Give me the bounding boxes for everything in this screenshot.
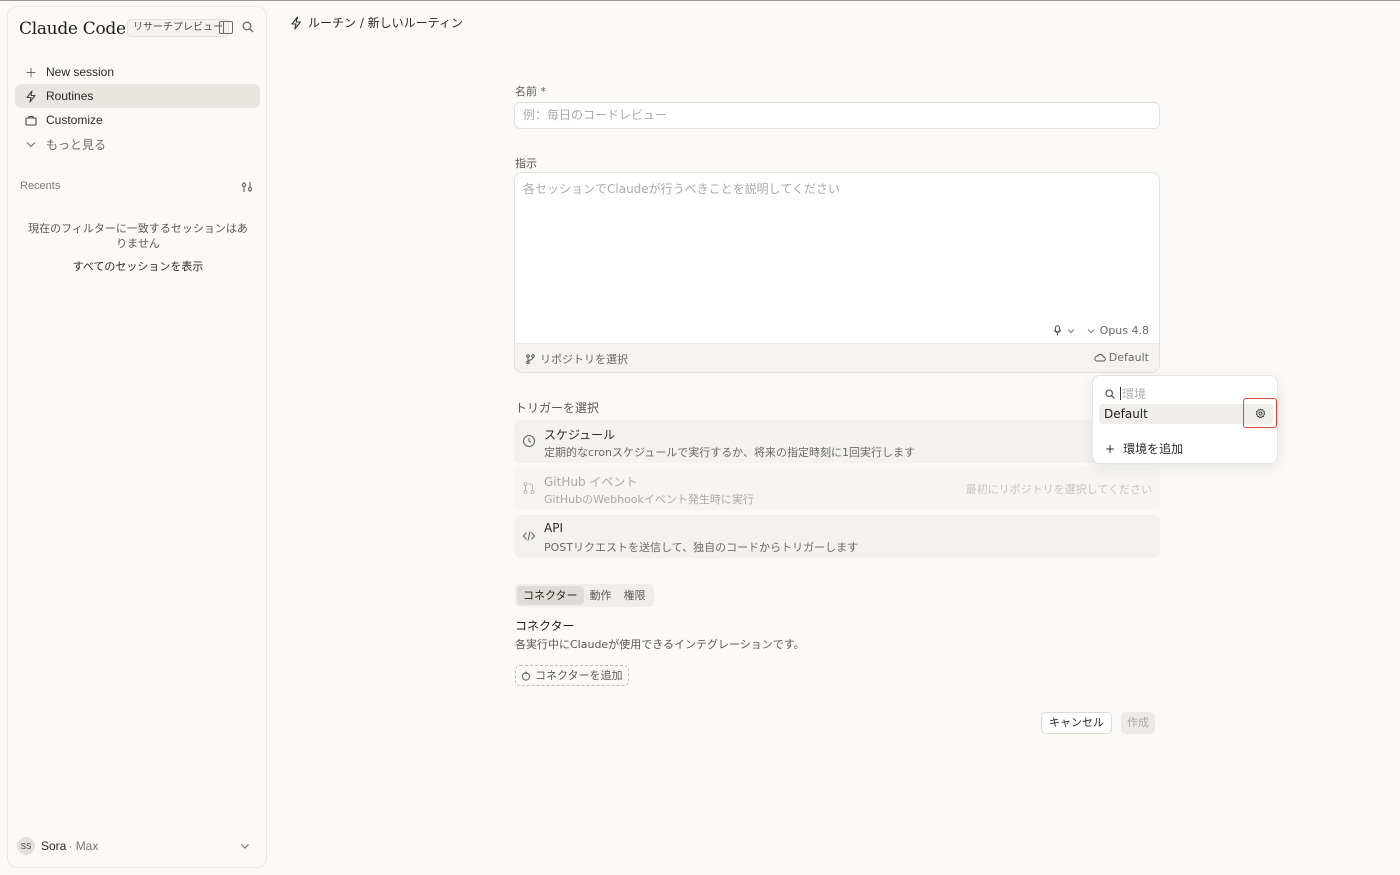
trigger-desc: 定期的なcronスケジュールで実行するか、将来の指定時刻に1回実行します xyxy=(544,446,916,459)
sidebar: Claude Code リサーチプレビュー ＋ New session Rout… xyxy=(7,6,267,868)
section-description: 各実行中にClaudeが使用できるインテグレーションです。 xyxy=(515,638,805,651)
filter-icon[interactable] xyxy=(240,180,254,194)
instructions-footer: リポジトリを選択 Default xyxy=(515,343,1159,372)
sidebar-item-label: Routines xyxy=(46,89,94,103)
user-name: Sora xyxy=(41,839,67,853)
show-all-sessions-link[interactable]: すべてのセッションを表示 xyxy=(24,258,252,274)
chevron-down-icon[interactable] xyxy=(1067,328,1075,334)
sidebar-item-label: Customize xyxy=(46,113,103,127)
chevron-down-icon xyxy=(24,137,38,151)
chevron-down-icon[interactable] xyxy=(1087,328,1095,334)
environment-settings-button[interactable] xyxy=(1243,398,1277,428)
settings-tabs: コネクター 動作 権限 xyxy=(515,584,654,607)
trigger-api[interactable]: API POSTリクエストを送信して、独自のコードからトリガーします xyxy=(514,515,1160,558)
breadcrumb: ルーチン / 新しいルーティン xyxy=(290,14,463,31)
branch-icon xyxy=(526,354,535,364)
sidebar-item-label: もっと見る xyxy=(46,137,107,152)
repo-select-button[interactable]: リポジトリを選択 xyxy=(526,351,628,367)
plus-icon: ＋ xyxy=(24,65,37,80)
model-selector[interactable]: Opus 4.8 xyxy=(1100,324,1149,337)
instructions-label: 指示 xyxy=(515,157,537,170)
pull-request-icon xyxy=(523,482,535,494)
trigger-schedule[interactable]: スケジュール 定期的なcronスケジュールで実行するか、将来の指定時刻に1回実行… xyxy=(514,420,1160,463)
chevron-down-icon[interactable] xyxy=(240,841,250,851)
environment-search-placeholder: 環境 xyxy=(1122,387,1147,401)
trigger-desc: POSTリクエストを送信して、独自のコードからトリガーします xyxy=(544,541,859,554)
brand-title: Claude Code xyxy=(19,19,126,39)
code-icon xyxy=(522,531,536,541)
trigger-label: トリガーを選択 xyxy=(515,401,600,415)
add-environment-button[interactable]: + 環境を追加 xyxy=(1105,440,1183,457)
create-button[interactable]: 作成 xyxy=(1121,712,1155,734)
add-connector-label: コネクターを追加 xyxy=(535,669,623,682)
instructions-placeholder: 各セッションでClaudeが行うべきことを説明してください xyxy=(523,182,840,196)
add-environment-label: 環境を追加 xyxy=(1123,442,1184,456)
section-title: コネクター xyxy=(515,619,575,633)
clock-icon xyxy=(522,434,536,448)
sidebar-item-routines[interactable]: Routines xyxy=(15,84,260,108)
window-top-border xyxy=(0,0,1400,1)
instructions-toolbar: Opus 4.8 xyxy=(1053,324,1149,337)
environment-button[interactable]: Default xyxy=(1094,351,1149,364)
trigger-title: API xyxy=(544,521,563,535)
sidebar-item-label: New session xyxy=(46,65,115,79)
gear-icon xyxy=(1255,408,1265,418)
sidebar-nav: ＋ New session Routines Customize もっと見る xyxy=(15,60,260,156)
sidebar-item-customize[interactable]: Customize xyxy=(15,108,260,132)
repo-select-label: リポジトリを選択 xyxy=(540,353,628,366)
lightning-icon xyxy=(291,15,302,30)
avatar: SS xyxy=(17,837,35,855)
breadcrumb-text[interactable]: ルーチン / 新しいルーティン xyxy=(308,14,463,31)
environment-label: Default xyxy=(1108,351,1149,364)
sidebar-item-new-session[interactable]: ＋ New session xyxy=(15,60,260,84)
search-icon[interactable] xyxy=(242,21,254,33)
trigger-github-event: GitHub イベント GitHubのWebhookイベント発生時に実行 最初に… xyxy=(514,467,1160,510)
tab-permissions[interactable]: 権限 xyxy=(618,586,652,605)
user-plan: · Max xyxy=(68,839,99,853)
research-preview-badge: リサーチプレビュー xyxy=(127,19,229,37)
name-label: 名前 * xyxy=(515,85,546,98)
plug-icon xyxy=(521,671,531,681)
sidebar-toggle-icon[interactable] xyxy=(219,21,233,34)
instructions-textarea[interactable]: 各セッションでClaudeが行うべきことを説明してください Opus 4.8 リ… xyxy=(514,172,1160,373)
trigger-title: GitHub イベント xyxy=(544,475,638,489)
recents-label: Recents xyxy=(20,180,61,192)
trigger-note: 最初にリポジトリを選択してください xyxy=(965,483,1152,496)
trigger-title: スケジュール xyxy=(544,428,616,442)
text-caret xyxy=(1120,387,1121,400)
add-connector-button[interactable]: コネクターを追加 xyxy=(515,665,629,686)
briefcase-icon xyxy=(24,113,38,127)
plus-icon: + xyxy=(1105,441,1116,456)
environment-search-input[interactable]: 環境 xyxy=(1105,385,1146,402)
tab-connectors[interactable]: コネクター xyxy=(517,586,584,605)
tab-behavior[interactable]: 動作 xyxy=(584,586,618,605)
name-input[interactable]: 例：毎日のコードレビュー xyxy=(514,102,1160,129)
microphone-icon[interactable] xyxy=(1053,325,1062,336)
user-menu[interactable]: SS Sora · Max xyxy=(17,837,98,855)
search-icon xyxy=(1105,388,1115,399)
lightning-icon xyxy=(24,89,38,103)
cancel-button[interactable]: キャンセル xyxy=(1041,712,1112,734)
trigger-desc: GitHubのWebhookイベント発生時に実行 xyxy=(544,493,754,506)
sidebar-item-more[interactable]: もっと見る xyxy=(15,132,260,156)
empty-sessions-message: 現在のフィルターに一致するセッションはありません xyxy=(28,222,248,250)
cloud-icon xyxy=(1094,353,1106,362)
